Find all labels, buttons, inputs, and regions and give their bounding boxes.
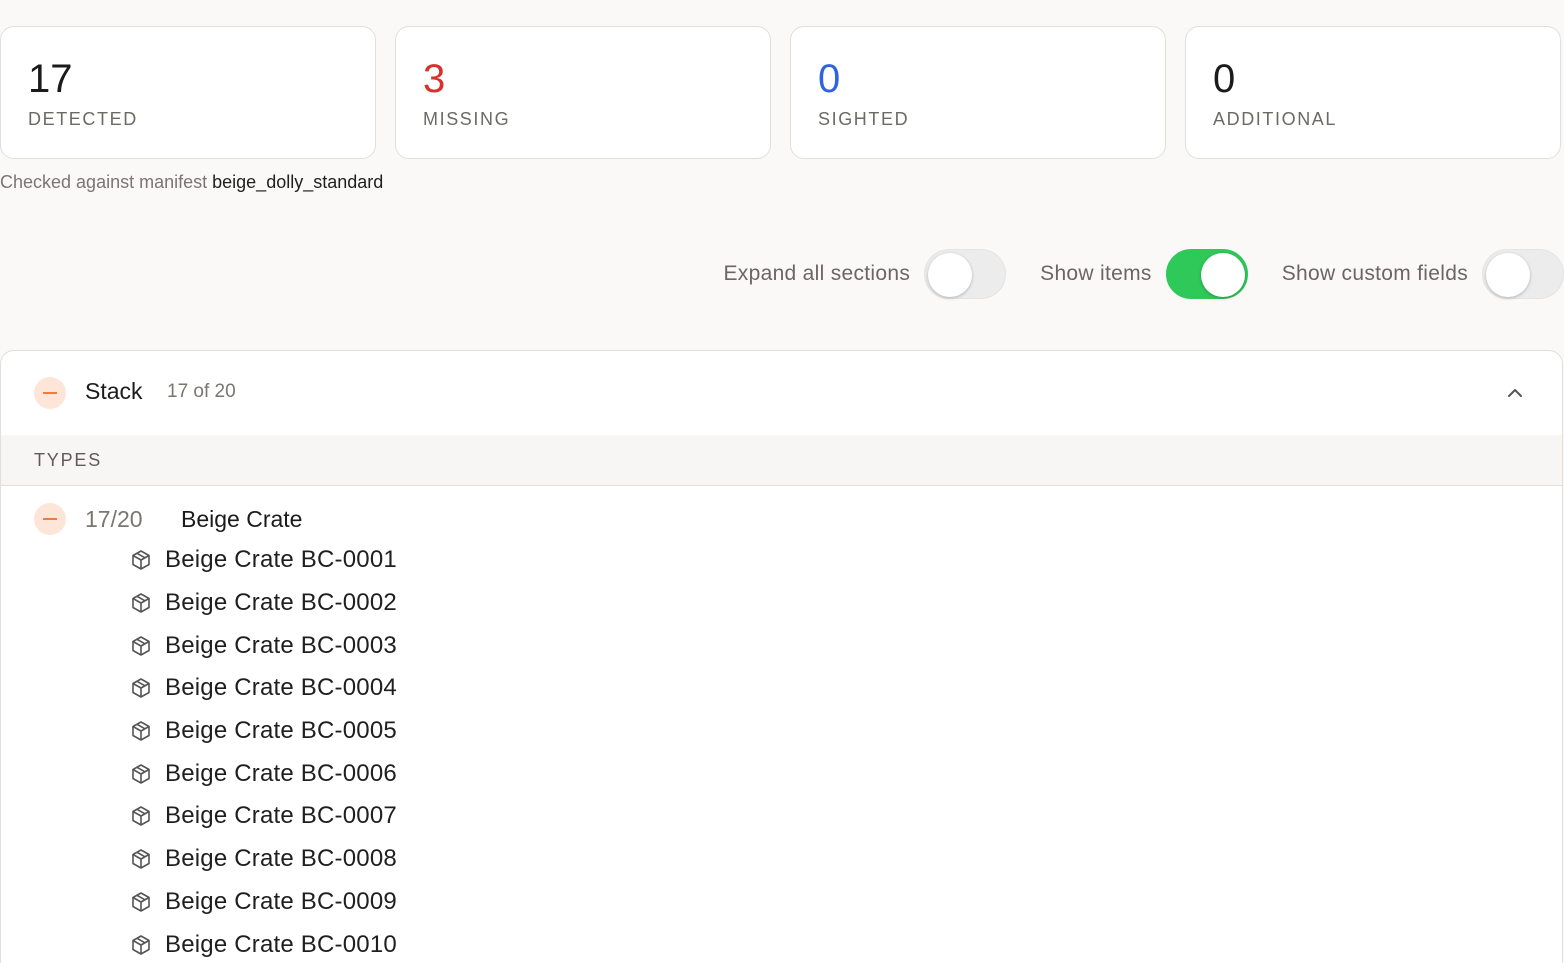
box-icon	[132, 550, 150, 571]
manifest-name: beige_dolly_standard	[212, 172, 384, 192]
stat-label: DETECTED	[28, 109, 138, 129]
stack-section: Stack 17 of 20 TYPES 17/20 Beige Crate B…	[0, 350, 1563, 963]
minus-status-icon	[34, 503, 66, 535]
item-list: Beige Crate BC-0001 Beige Crate BC-0002 …	[129, 539, 397, 963]
stats-row: 17 DETECTED 3 MISSING 0 SIGHTED 0 ADDITI…	[0, 26, 1564, 160]
list-item[interactable]: Beige Crate BC-0006	[129, 752, 397, 795]
list-item[interactable]: Beige Crate BC-0004	[129, 667, 397, 710]
minus-status-icon	[34, 377, 66, 409]
manifest-prefix: Checked against manifest	[0, 172, 208, 192]
stat-card-missing: 3 MISSING	[395, 26, 771, 159]
box-icon	[132, 849, 150, 869]
stat-value: 3	[423, 57, 446, 101]
manifest-note: Checked against manifest beige_dolly_sta…	[0, 172, 383, 193]
box-icon	[132, 635, 150, 656]
type-name: Beige Crate	[181, 506, 303, 532]
stat-card-sighted: 0 SIGHTED	[790, 26, 1166, 159]
list-item[interactable]: Beige Crate BC-0010	[129, 923, 397, 963]
item-name: Beige Crate BC-0010	[165, 930, 397, 958]
list-item[interactable]: Beige Crate BC-0005	[129, 710, 397, 753]
list-item[interactable]: Beige Crate BC-0008	[129, 838, 397, 881]
types-header-label: TYPES	[34, 450, 103, 470]
box-icon	[132, 721, 150, 741]
item-name: Beige Crate BC-0006	[165, 759, 397, 787]
toggle-show-custom-fields: Show custom fields	[1282, 249, 1564, 299]
chevron-up-icon[interactable]	[1504, 382, 1526, 404]
type-row[interactable]: 17/20 Beige Crate	[1, 501, 1562, 537]
stat-value: 0	[1213, 57, 1236, 101]
list-item[interactable]: Beige Crate BC-0007	[129, 795, 397, 838]
box-icon	[132, 678, 150, 699]
stat-value: 17	[28, 57, 73, 101]
section-header[interactable]: Stack 17 of 20	[1, 351, 1562, 435]
list-item[interactable]: Beige Crate BC-0001	[129, 539, 397, 582]
section-count: 17 of 20	[167, 381, 236, 402]
list-item[interactable]: Beige Crate BC-0003	[129, 624, 397, 667]
item-name: Beige Crate BC-0001	[165, 546, 397, 574]
item-name: Beige Crate BC-0008	[165, 845, 397, 873]
box-icon	[132, 934, 150, 955]
item-name: Beige Crate BC-0005	[165, 717, 397, 745]
stat-label: ADDITIONAL	[1213, 109, 1338, 129]
item-name: Beige Crate BC-0002	[165, 589, 397, 617]
list-item[interactable]: Beige Crate BC-0009	[129, 881, 397, 924]
item-name: Beige Crate BC-0007	[165, 802, 397, 830]
toggle-show-items: Show items	[1040, 249, 1248, 299]
toggle-label: Show custom fields	[1281, 262, 1468, 285]
switch-knob	[928, 253, 973, 297]
box-icon	[132, 763, 150, 784]
stat-card-detected: 17 DETECTED	[0, 26, 376, 159]
view-toggles: Expand all sections Show items Show cust…	[690, 248, 1564, 300]
list-item[interactable]: Beige Crate BC-0002	[129, 582, 397, 625]
switch-knob	[1486, 253, 1530, 297]
toggle-label: Expand all sections	[723, 262, 911, 285]
show-items-switch[interactable]	[1165, 249, 1248, 299]
switch-knob	[1200, 253, 1245, 297]
type-count: 17/20	[85, 506, 143, 532]
item-name: Beige Crate BC-0009	[165, 887, 397, 915]
expand-all-switch[interactable]	[924, 249, 1007, 299]
stat-label: MISSING	[423, 109, 511, 129]
item-name: Beige Crate BC-0003	[165, 631, 397, 659]
item-name: Beige Crate BC-0004	[165, 674, 397, 702]
stat-label: SIGHTED	[818, 109, 910, 129]
box-icon	[132, 806, 150, 827]
toggle-label: Show items	[1040, 262, 1152, 285]
show-custom-fields-switch[interactable]	[1482, 249, 1564, 299]
box-icon	[132, 593, 150, 613]
stat-card-additional: 0 ADDITIONAL	[1185, 26, 1561, 159]
section-title: Stack	[85, 378, 143, 404]
toggle-expand-all: Expand all sections	[724, 249, 1007, 299]
types-header: TYPES	[1, 435, 1562, 486]
stat-value: 0	[818, 57, 841, 101]
box-icon	[132, 892, 150, 912]
